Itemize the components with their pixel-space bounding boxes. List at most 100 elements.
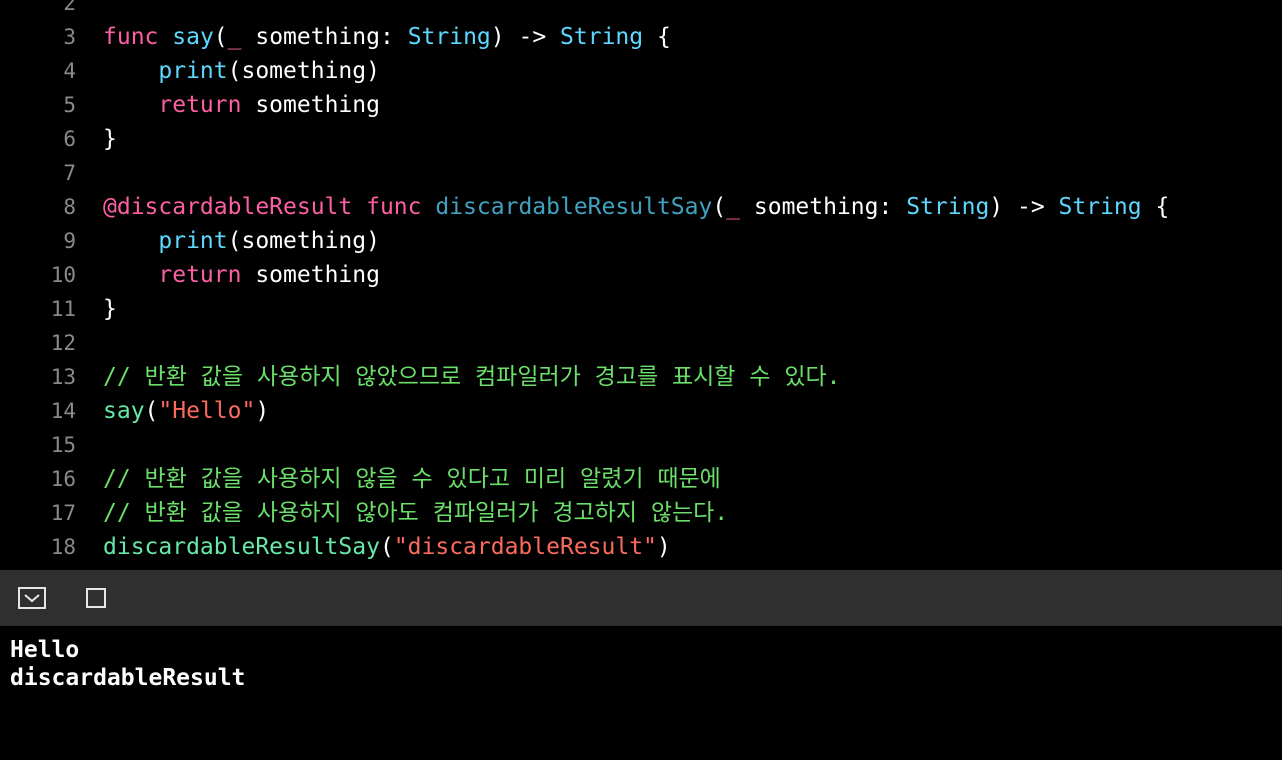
code-token: // 반환 값을 사용하지 않았으므로 컴파일러가 경고를 표시할 수 있다. — [103, 364, 841, 390]
code-text: discardableResultSay("discardableResult"… — [103, 530, 671, 564]
code-token: ( — [144, 398, 159, 424]
code-token: String — [1058, 194, 1142, 220]
code-text: // 반환 값을 사용하지 않을 수 있다고 미리 알렸기 때문에 — [103, 462, 721, 496]
square-icon — [86, 588, 106, 608]
code-text: } — [103, 122, 117, 156]
code-token: return — [158, 262, 242, 288]
code-token: "Hello" — [158, 398, 256, 424]
code-token: // 반환 값을 사용하지 않을 수 있다고 미리 알렸기 때문에 — [103, 466, 721, 492]
code-token: ) -> — [989, 194, 1059, 220]
code-token: } — [103, 296, 117, 322]
code-token: "discardableResult" — [393, 534, 657, 560]
code-token: ) — [255, 398, 270, 424]
line-number: 7 — [63, 161, 76, 185]
code-line[interactable]: 8 @discardableResult func discardableResu… — [0, 190, 1282, 224]
hide-debug-area-icon — [18, 587, 46, 609]
code-text: // 반환 값을 사용하지 않았으므로 컴파일러가 경고를 표시할 수 있다. — [103, 360, 841, 394]
code-text: } — [103, 292, 117, 326]
code-text: // 반환 값을 사용하지 않아도 컴파일러가 경고하지 않는다. — [103, 496, 728, 530]
line-number: 8 — [63, 195, 76, 219]
code-line[interactable]: 2 — [0, 0, 1282, 20]
code-line[interactable]: 15 — [0, 428, 1282, 462]
code-line[interactable]: 4 print(something) — [0, 54, 1282, 88]
code-text: func say(_ something: String) -> String … — [103, 20, 671, 54]
line-number: 15 — [50, 433, 76, 457]
console-output: Hello discardableResult — [0, 626, 1282, 760]
code-text: return something — [103, 88, 380, 122]
code-line[interactable]: 17 // 반환 값을 사용하지 않아도 컴파일러가 경고하지 않는다. — [0, 496, 1282, 530]
code-line[interactable]: 7 — [0, 156, 1282, 190]
code-line[interactable]: 6} — [0, 122, 1282, 156]
code-token: @discardableResult — [103, 194, 353, 220]
code-line[interactable]: 13 // 반환 값을 사용하지 않았으므로 컴파일러가 경고를 표시할 수 있다… — [0, 360, 1282, 394]
code-line[interactable]: 5 return something — [0, 88, 1282, 122]
hide-debug-area-button[interactable] — [18, 585, 46, 611]
code-token: something: — [241, 24, 408, 50]
code-token: String — [560, 24, 644, 50]
debug-bar — [0, 570, 1282, 626]
code-token: return — [158, 92, 242, 118]
code-token: say — [172, 24, 214, 50]
code-token: { — [643, 24, 671, 50]
code-token: func — [103, 24, 159, 50]
line-number: 5 — [63, 93, 76, 117]
line-number: 3 — [63, 25, 76, 49]
code-line[interactable]: 12 — [0, 326, 1282, 360]
code-token: String — [906, 194, 990, 220]
line-number: 16 — [50, 467, 76, 491]
line-number: 11 — [50, 297, 76, 321]
code-token: _ — [227, 24, 242, 50]
code-token: { — [1141, 194, 1170, 220]
code-line[interactable]: 9 print(something) — [0, 224, 1282, 258]
code-token: (something) — [227, 58, 380, 84]
code-token: ( — [712, 194, 727, 220]
line-number: 4 — [63, 59, 76, 83]
code-token: ( — [213, 24, 228, 50]
code-token: print — [158, 228, 228, 254]
code-token: say — [103, 398, 145, 424]
code-token: _ — [726, 194, 741, 220]
line-number: 6 — [63, 127, 76, 151]
code-token: discardableResultSay — [103, 534, 380, 560]
code-token: (something) — [227, 228, 380, 254]
code-editor[interactable]: 2 3 func say(_ something: String) -> Strin… — [0, 0, 1282, 570]
code-text: print(something) — [103, 224, 380, 258]
code-line[interactable]: 16 // 반환 값을 사용하지 않을 수 있다고 미리 알렸기 때문에 — [0, 462, 1282, 496]
code-token: ) -> — [490, 24, 561, 50]
line-number: 17 — [50, 501, 76, 525]
line-number: 14 — [50, 399, 76, 423]
console-line: Hello — [10, 637, 80, 663]
code-line[interactable]: 10 return something — [0, 258, 1282, 292]
code-text: return something — [103, 258, 380, 292]
code-text: @discardableResult func discardableResul… — [103, 190, 1169, 224]
code-token: discardableResultSay — [435, 194, 713, 220]
code-text: print(something) — [103, 54, 380, 88]
code-line[interactable]: 14 say("Hello") — [0, 394, 1282, 428]
code-token: } — [103, 126, 117, 152]
console-line: discardableResult — [10, 665, 246, 691]
code-token: // 반환 값을 사용하지 않아도 컴파일러가 경고하지 않는다. — [103, 500, 729, 526]
code-text: say("Hello") — [103, 394, 269, 428]
code-token: something — [241, 92, 380, 118]
line-number: 2 — [63, 0, 76, 15]
code-line[interactable]: 18 discardableResultSay("discardableResul… — [0, 530, 1282, 564]
code-line[interactable]: 3 func say(_ something: String) -> String… — [0, 20, 1282, 54]
code-token: print — [158, 58, 228, 84]
line-number: 18 — [50, 535, 76, 559]
line-number: 10 — [50, 263, 76, 287]
line-number: 9 — [63, 229, 76, 253]
line-number: 13 — [50, 365, 76, 389]
code-line[interactable]: 11} — [0, 292, 1282, 326]
line-number: 12 — [50, 331, 76, 355]
square-button[interactable] — [82, 585, 110, 611]
code-token: ( — [379, 534, 394, 560]
code-token: func — [366, 194, 422, 220]
code-token: String — [407, 24, 491, 50]
